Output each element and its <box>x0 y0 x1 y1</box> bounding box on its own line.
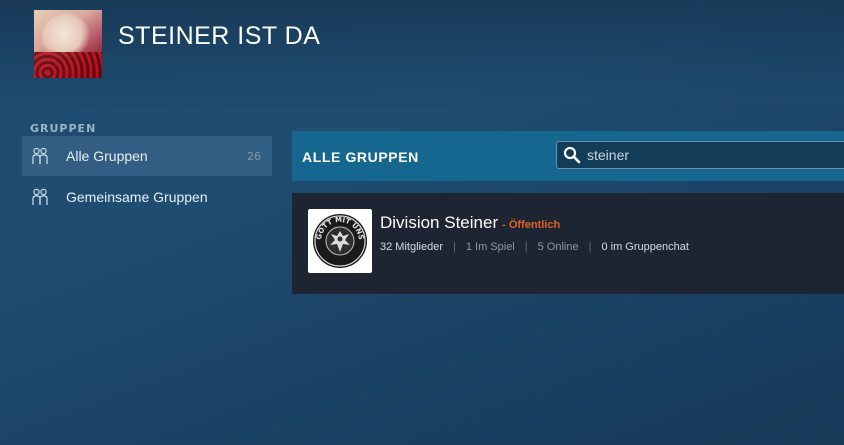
member-count: 32 Mitglieder <box>380 241 443 253</box>
divider: | <box>588 241 592 253</box>
sidebar-item-all-groups[interactable]: Alle Gruppen 26 <box>22 136 272 176</box>
groups-icon <box>32 147 48 164</box>
groups-icon <box>32 188 48 205</box>
section-header-bar: ALLE GRUPPEN <box>292 131 844 181</box>
sidebar-item-label: Gemeinsame Gruppen <box>66 189 208 205</box>
profile-header <box>0 0 844 105</box>
profile-name[interactable]: STEINER IST DA <box>118 22 320 51</box>
group-visibility: - Öffentlich <box>502 219 561 231</box>
group-name-text: Division Steiner <box>380 213 499 232</box>
section-title: ALLE GRUPPEN <box>302 149 419 165</box>
sidebar-item-shared-groups[interactable]: Gemeinsame Gruppen <box>22 177 272 217</box>
group-stats: 32 Mitglieder | 1 Im Spiel | 5 Online | … <box>380 241 689 253</box>
search-input[interactable] <box>587 147 827 163</box>
chat-count: 0 im Gruppenchat <box>601 241 689 253</box>
group-count: 26 <box>247 149 261 163</box>
eagle-seal-icon: GOTT MIT UNS <box>313 214 367 268</box>
group-avatar[interactable]: GOTT MIT UNS <box>308 209 372 273</box>
group-name[interactable]: Division Steiner - Öffentlich <box>380 213 560 233</box>
sidebar-item-label: Alle Gruppen <box>66 148 148 164</box>
online-count: 5 Online <box>537 241 579 253</box>
search-icon <box>563 146 581 164</box>
group-result-card[interactable]: GOTT MIT UNS Division Steiner - Öffentlic… <box>292 193 844 294</box>
divider: | <box>452 241 456 253</box>
divider: | <box>524 241 528 253</box>
sidebar-header: GRUPPEN <box>30 122 97 135</box>
search-box[interactable] <box>556 141 844 169</box>
avatar[interactable] <box>34 10 102 78</box>
in-game-count: 1 Im Spiel <box>465 241 515 253</box>
